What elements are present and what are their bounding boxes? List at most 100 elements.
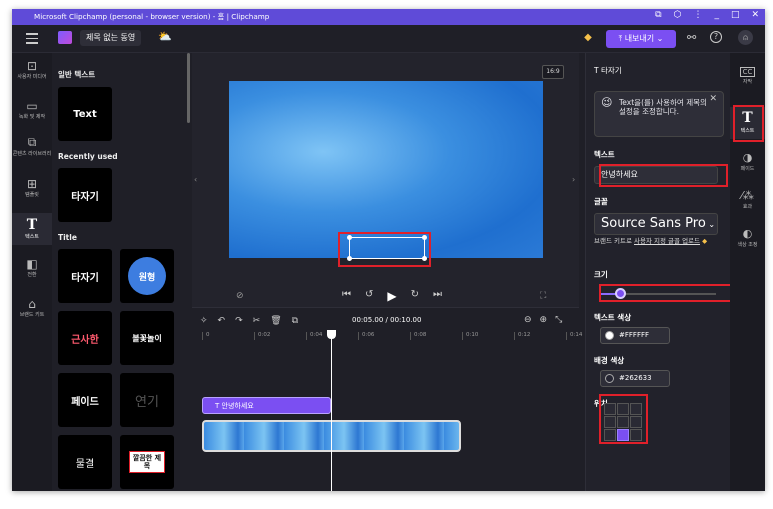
skip-start-icon[interactable]: ⏮ [342,289,351,303]
aspect-ratio-button[interactable]: 16:9 [542,65,564,79]
video-record-icon: ▭ [26,99,38,113]
panel-scrollbar[interactable] [187,53,190,123]
rightnav-item-effects[interactable]: ⁄⁂ 효과 [730,189,765,215]
collapse-left-icon[interactable]: ‹ [194,175,197,184]
brand-kit-icon: ⌂ [28,297,36,311]
app-window: Microsoft Clipchamp (personal - browser … [12,9,765,491]
color-swatch [605,374,614,383]
nav-item-brand-kit[interactable]: ⌂ 브랜드 키트 [12,297,52,323]
undo-icon[interactable]: ↶ [218,316,226,326]
tile-title-circle[interactable]: 원형 [120,249,174,303]
playhead[interactable] [331,330,332,491]
redo-icon[interactable]: ↷ [235,316,243,326]
fullscreen-icon[interactable]: ⛶ [540,291,546,301]
close-icon[interactable]: ✕ [709,95,717,104]
play-icon[interactable]: ▶ [387,289,396,303]
size-label: 크기 [594,270,608,279]
export-button[interactable]: ⤒ 내보내기 ⌄ [606,30,676,48]
zoom-in-icon[interactable]: ⊕ [540,315,548,325]
ruler-tick: 0:14 [566,332,582,340]
zoom-out-icon[interactable]: ⊖ [524,315,532,325]
rightnav-item-fade[interactable]: ◑ 페이드 [730,151,765,177]
video-preview: 16:9 ⊘ ⏮ ↺ ▶ ↻ ⏭ ⛶ ‹ › [192,53,579,307]
tip-text: Text을(를) 사용하여 제목의 설정을 조정합니다. [619,98,707,116]
share-icon[interactable]: ⚯ [687,31,696,44]
minimize-icon[interactable]: _ [714,10,719,20]
tile-title-clean-label: 깔끔한 제목 [129,451,165,473]
font-select[interactable]: Source Sans Pro ⌄ [594,213,718,235]
magic-icon[interactable]: ✧ [200,316,208,326]
tile-title-bubble[interactable]: 볼꽃놀이 [120,311,174,365]
ruler-tick: 0:12 [514,332,530,340]
section-plain-text: 일반 텍스트 [58,70,96,79]
close-icon[interactable]: ✕ [751,10,759,20]
bg-color-field[interactable]: #262633 [600,370,670,387]
ruler-tick: 0:06 [358,332,374,340]
hamburger-menu-icon[interactable] [26,33,38,47]
tile-plain-text[interactable]: Text [58,87,112,141]
right-nav: CC 자막 T 텍스트 ◑ 페이드 ⁄⁂ 효과 ◐ 색상 조정 [730,53,765,491]
tile-title-wave[interactable]: 물결 [58,435,112,489]
content-library-icon: ⧉ [27,135,37,149]
rewind-5-icon[interactable]: ↺ [365,289,373,303]
skip-end-icon[interactable]: ⏭ [433,289,442,303]
font-value: Source Sans Pro [601,216,706,231]
cloud-sync-off-icon[interactable]: ⛅ [158,30,172,43]
project-name-field[interactable]: 제목 없는 동영 [80,30,142,46]
split-icon[interactable]: ✂ [253,316,261,326]
forward-5-icon[interactable]: ↻ [411,289,419,303]
tile-title-fancy[interactable]: 근사한 [58,311,112,365]
color-adjust-icon: ◐ [742,227,753,240]
user-avatar-icon[interactable]: ⍝ [738,30,753,45]
window-title: Microsoft Clipchamp (personal - browser … [34,12,270,21]
fade-icon: ◑ [742,151,753,164]
nav-item-content-library[interactable]: ⧉ 콘텐츠 라이브러리 [12,135,52,165]
text-color-field[interactable]: #FFFFFF [600,327,670,344]
fit-icon[interactable]: ⤡ [555,315,562,325]
screenshot-off-icon[interactable]: ⊘ [236,291,244,301]
rightnav-item-captions[interactable]: CC 자막 [730,67,765,93]
more-icon[interactable]: ⋮ [693,10,702,20]
tile-title-typewriter[interactable]: 타자기 [58,249,112,303]
collapse-right-icon[interactable]: › [572,175,575,184]
font-upload-note: 브랜드 키트로 사용자 지정 글꼴 업로드 ◆ [594,237,718,245]
nav-item-your-media[interactable]: ⊡ 사용자 미디어 [12,59,52,89]
nav-item-templates[interactable]: ⊞ 템플릿 [12,177,52,203]
custom-font-upload-link[interactable]: 사용자 지정 글꼴 업로드 [634,237,700,245]
puzzle-icon[interactable]: ⬡ [674,10,682,20]
text-clip[interactable]: T 안녕하세요 [202,397,331,414]
help-icon[interactable]: ? [710,31,722,43]
ruler-tick: 0:10 [462,332,478,340]
tile-title-clean[interactable]: 깔끔한 제목 [120,435,174,489]
circle-shape: 원형 [128,257,166,295]
bg-color-value: #262633 [619,374,652,382]
text-icon: T [26,217,38,233]
nav-item-text[interactable]: T 텍스트 [12,213,52,245]
transitions-icon: ◧ [26,257,38,271]
font-upload-prefix: 브랜드 키트로 [594,237,635,245]
extensions-icon[interactable]: ⧉ [655,10,661,20]
tile-title-fade[interactable]: 페이드 [58,373,112,427]
duplicate-icon[interactable]: ⧉ [292,316,298,326]
text-color-value: #FFFFFF [619,331,650,339]
timeline-ruler[interactable]: 0 0:02 0:04 0:06 0:08 0:10 0:12 0:14 [202,332,582,344]
bg-color-label: 배경 색상 [594,356,625,365]
tile-recent-typewriter[interactable]: 타자기 [58,168,112,222]
maximize-icon[interactable]: □ [731,10,740,20]
section-recently-used: Recently used [58,152,118,161]
premium-gem-icon: ◆ [700,237,708,245]
highlight-box [733,105,764,142]
ruler-tick: 0 [202,332,210,340]
titlebar: Microsoft Clipchamp (personal - browser … [12,9,765,25]
text-color-label: 텍스트 색상 [594,313,632,322]
nav-item-record-create[interactable]: ▭ 녹화 및 제작 [12,99,52,125]
rightnav-item-color-adjust[interactable]: ◐ 색상 조정 [730,227,765,253]
playback-controls: ⏮ ↺ ▶ ↻ ⏭ [342,289,442,303]
nav-item-transitions[interactable]: ◧ 전환 [12,257,52,283]
app-toolbar: 제목 없는 동영 ⛅ ◆ ⤒ 내보내기 ⌄ ⚯ ? ⍝ [12,25,765,53]
delete-icon[interactable]: 🗑 [270,316,281,326]
window-controls: ⧉ ⬡ ⋮ _ □ ✕ [655,10,759,20]
premium-gem-icon[interactable]: ◆ [580,32,596,46]
timeline-tools: ✧ ↶ ↷ ✂ 🗑 ⧉ [200,316,298,326]
tile-title-smoke[interactable]: 연기 [120,373,174,427]
